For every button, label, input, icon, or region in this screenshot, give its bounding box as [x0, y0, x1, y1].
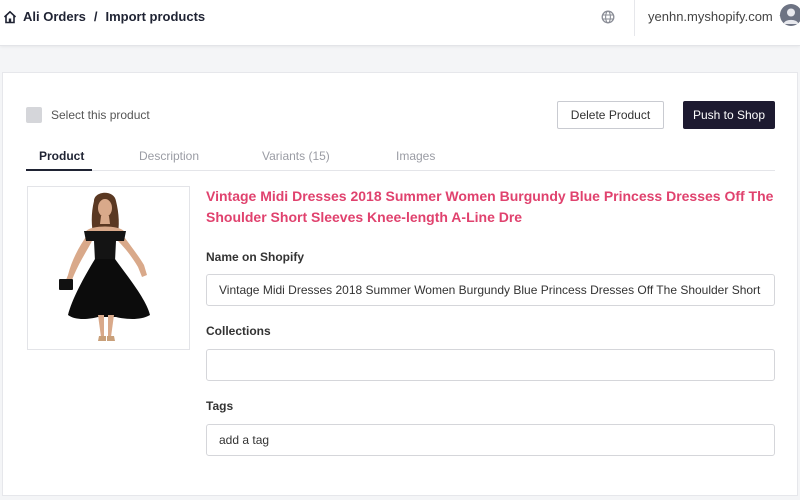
name-on-shopify-input[interactable]: Vintage Midi Dresses 2018 Summer Women B… — [206, 274, 775, 306]
breadcrumb: Ali Orders / Import products — [3, 9, 205, 24]
tags-input[interactable]: add a tag — [206, 424, 775, 456]
active-tab-indicator — [26, 169, 92, 171]
name-on-shopify-value: Vintage Midi Dresses 2018 Summer Women B… — [219, 283, 762, 297]
select-product-label: Select this product — [51, 108, 150, 122]
breadcrumb-ali-orders[interactable]: Ali Orders — [23, 9, 86, 24]
product-image — [27, 186, 190, 350]
product-tabs: Product Description Variants (15) Images — [26, 146, 775, 171]
collections-input[interactable] — [206, 349, 775, 381]
tags-label: Tags — [206, 399, 234, 413]
header-divider — [634, 0, 635, 36]
name-on-shopify-label: Name on Shopify — [206, 250, 305, 264]
collections-label: Collections — [206, 324, 271, 338]
select-product-checkbox[interactable] — [26, 107, 42, 123]
product-title: Vintage Midi Dresses 2018 Summer Women B… — [206, 188, 774, 225]
tags-placeholder: add a tag — [219, 433, 270, 447]
breadcrumb-import-products: Import products — [105, 9, 206, 24]
globe-icon[interactable] — [601, 10, 615, 24]
push-to-shop-button[interactable]: Push to Shop — [683, 101, 775, 129]
tab-description[interactable]: Description — [139, 149, 199, 163]
shop-selector[interactable]: yenhn.myshopify.com — [648, 9, 788, 24]
tab-product[interactable]: Product — [39, 149, 84, 163]
breadcrumb-separator: / — [93, 9, 98, 24]
shop-domain: yenhn.myshopify.com — [648, 9, 773, 24]
user-icon — [783, 8, 799, 24]
tab-images[interactable]: Images — [396, 149, 435, 163]
select-product-row: Select this product — [26, 107, 150, 123]
home-icon[interactable] — [3, 10, 17, 24]
delete-product-button[interactable]: Delete Product — [557, 101, 664, 129]
top-bar: Ali Orders / Import products yenhn.mysho… — [0, 0, 800, 46]
avatar[interactable] — [780, 4, 800, 26]
dress-image — [59, 192, 150, 341]
tab-variants[interactable]: Variants (15) — [262, 149, 330, 163]
